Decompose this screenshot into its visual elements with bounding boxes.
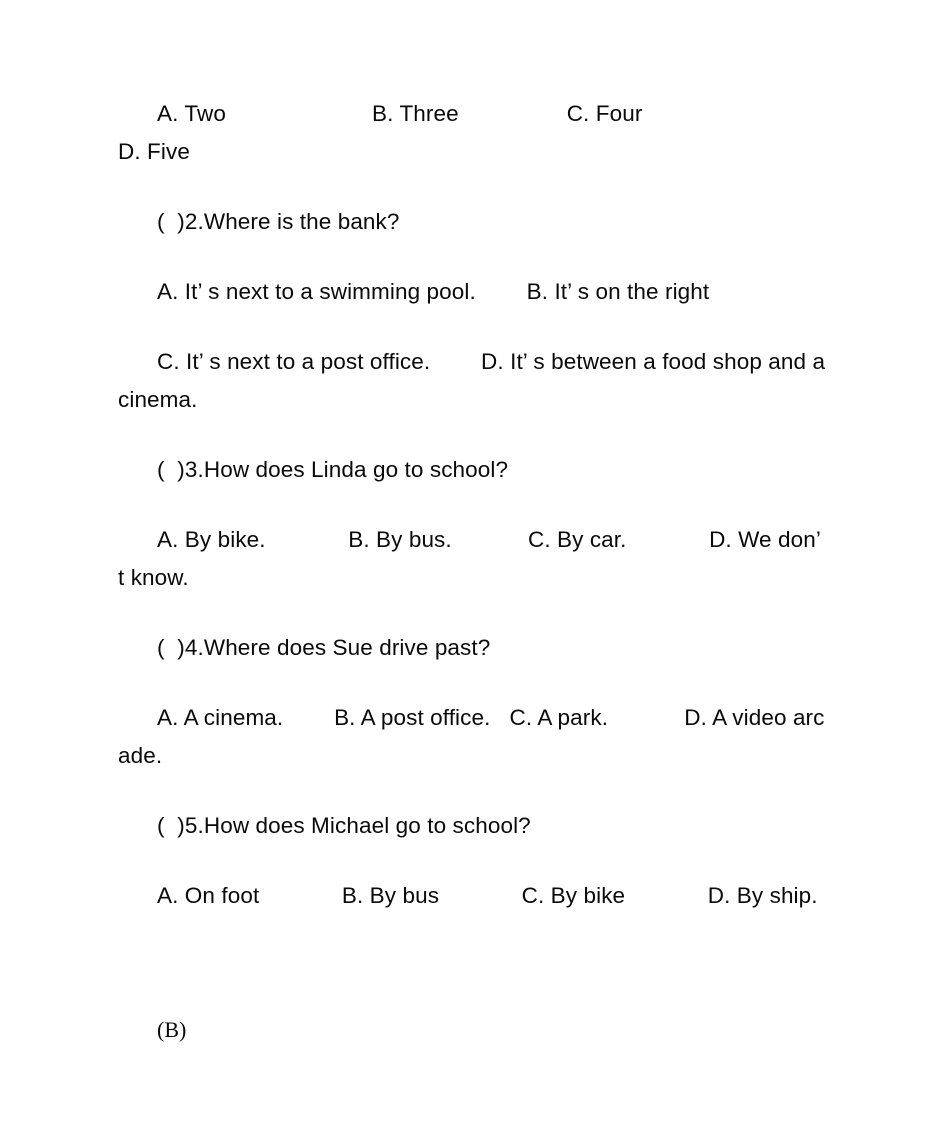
question-5-stem: ( )5.How does Michael go to school?	[157, 813, 531, 838]
question-3-stem: ( )3.How does Linda go to school?	[157, 457, 509, 482]
question-4-options: A. A cinema. B. A post office. C. A park…	[118, 705, 825, 768]
document-body: A. Two B. Three C. Four D. Five ( )2.Whe…	[118, 95, 827, 1049]
question-5-options: A. On foot B. By bus C. By bike D. By sh…	[157, 883, 818, 908]
document-page: A. Two B. Three C. Four D. Five ( )2.Whe…	[0, 0, 945, 1123]
question-2-options-cd: C. It’ s next to a post office. D. It’ s…	[118, 349, 832, 412]
section-marker-b: (B)	[157, 1017, 187, 1042]
question-4-stem: ( )4.Where does Sue drive past?	[157, 635, 491, 660]
question-2-stem: ( )2.Where is the bank?	[157, 209, 400, 234]
question-1-options: A. Two B. Three C. Four D. Five	[118, 101, 821, 164]
question-2-options-ab: A. It’ s next to a swimming pool. B. It’…	[157, 279, 710, 304]
question-3-options: A. By bike. B. By bus. C. By car. D. We …	[118, 527, 827, 590]
